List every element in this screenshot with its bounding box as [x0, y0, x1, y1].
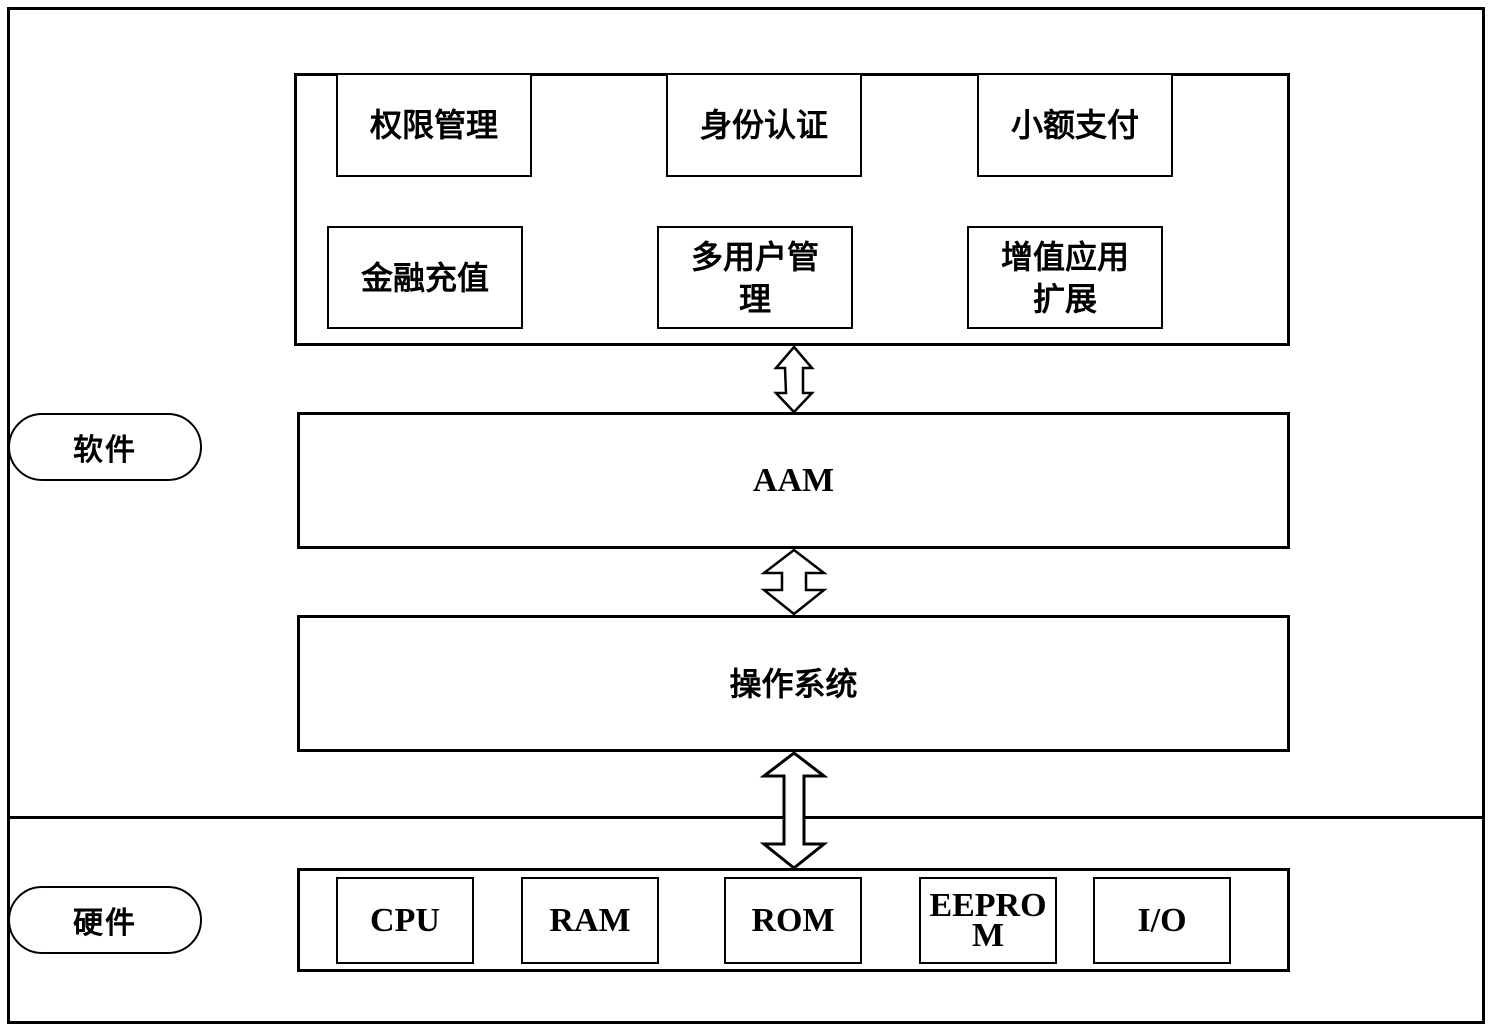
connector-arrows	[759, 345, 829, 870]
bidirectional-arrow-icon	[760, 548, 828, 616]
bidirectional-arrow-icon	[773, 345, 815, 414]
bidirectional-arrow-icon	[759, 751, 829, 870]
